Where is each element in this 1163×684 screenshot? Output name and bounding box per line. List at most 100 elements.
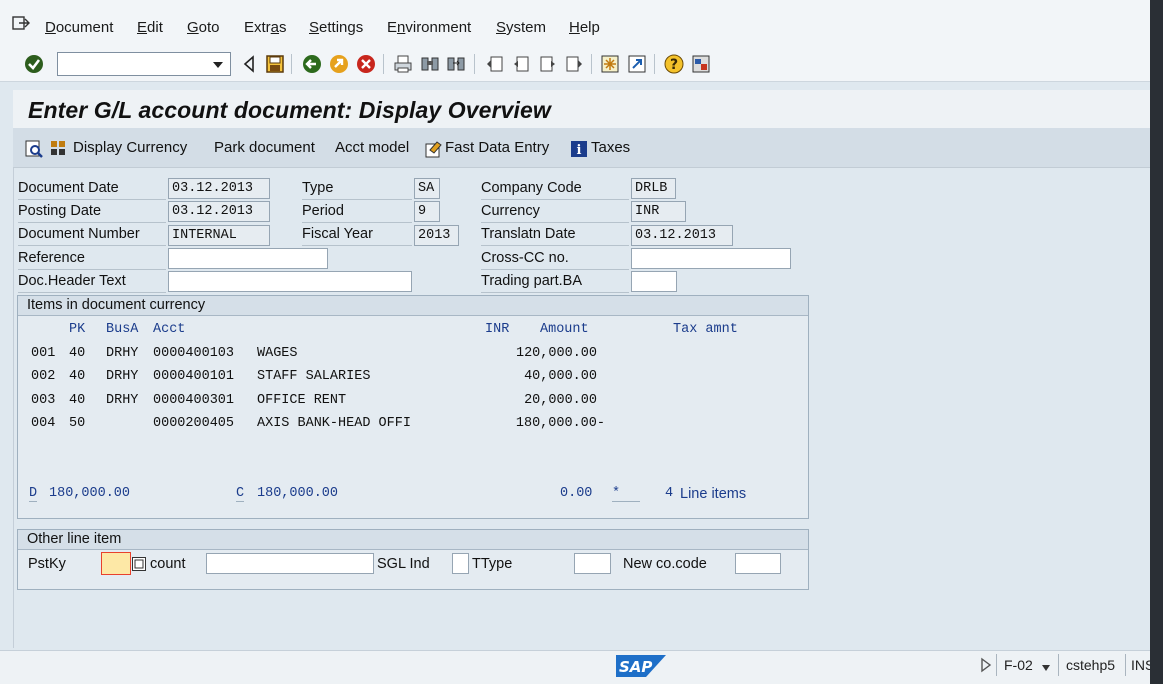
line-item-no[interactable]: 004	[31, 416, 55, 431]
pstky-input[interactable]	[101, 552, 131, 575]
line-item-acct: 0000400101	[153, 369, 235, 384]
balance-flag: *	[612, 486, 640, 502]
svg-text:?: ?	[670, 57, 678, 73]
balance: 0.00	[560, 486, 593, 501]
period-label: Period	[302, 203, 412, 223]
page-title: Enter G/L account document: Display Over…	[28, 97, 551, 123]
line-item-no[interactable]: 001	[31, 346, 55, 361]
translatn-date-field[interactable]: 03.12.2013	[631, 225, 733, 246]
window-edge	[1150, 0, 1163, 684]
document-number-label: Document Number	[18, 226, 166, 246]
credit-total: 180,000.00	[257, 486, 339, 501]
line-item-pk: 50	[69, 416, 86, 431]
column-header-acct: Acct	[153, 322, 186, 337]
menu-item-0[interactable]: Document	[45, 19, 113, 36]
cross-cc-input[interactable]	[631, 248, 791, 269]
currency-label: Currency	[481, 203, 629, 223]
display-document-icon[interactable]	[24, 139, 44, 159]
fiscal-year-field[interactable]: 2013	[414, 225, 459, 246]
ttype-label: TType	[472, 556, 513, 572]
chevron-down-icon[interactable]	[211, 56, 225, 72]
period-field[interactable]: 9	[414, 201, 440, 222]
menu-item-1[interactable]: Edit	[137, 19, 163, 36]
find-next-icon[interactable]	[445, 53, 467, 75]
reference-input[interactable]	[168, 248, 328, 269]
line-item-text: OFFICE RENT	[257, 393, 347, 408]
status-expand-icon[interactable]	[980, 657, 992, 673]
line-item-amount: 40,000.00	[524, 369, 597, 384]
menu-item-5[interactable]: Environment	[387, 19, 471, 36]
menu-item-text: dit	[147, 19, 163, 36]
chevron-down-icon[interactable]	[1041, 660, 1051, 671]
ttype-input[interactable]	[574, 553, 611, 574]
back-green-icon[interactable]	[301, 53, 323, 75]
matchcode-icon[interactable]	[131, 556, 147, 572]
posting-date-field[interactable]: 03.12.2013	[168, 201, 270, 222]
park-document-button[interactable]: Park document	[214, 139, 315, 156]
cross-cc-label: Cross-CC no.	[481, 250, 629, 270]
command-field[interactable]	[57, 52, 231, 76]
exit-icon[interactable]	[328, 53, 350, 75]
document-date-field[interactable]: 03.12.2013	[168, 178, 270, 199]
menu-item-6[interactable]: System	[496, 19, 546, 36]
display-currency-button[interactable]: Display Currency	[73, 139, 187, 156]
create-session-icon[interactable]	[599, 53, 621, 75]
line-item-busa: DRHY	[106, 369, 139, 384]
menu-item-text: Extr	[244, 19, 271, 36]
menu-item-text: S	[496, 19, 507, 36]
translatn-date-label: Translatn Date	[481, 226, 629, 246]
first-page-icon[interactable]	[484, 53, 506, 75]
trading-part-input[interactable]	[631, 271, 677, 292]
menu-item-text: D	[45, 19, 56, 36]
line-item-no[interactable]: 003	[31, 393, 55, 408]
acct-model-button[interactable]: Acct model	[335, 139, 409, 156]
status-separator	[1058, 654, 1059, 676]
menu-item-7[interactable]: Help	[569, 19, 600, 36]
currency-field[interactable]: INR	[631, 201, 686, 222]
menu-exit-icon[interactable]	[12, 14, 30, 32]
menu-item-text: E	[387, 19, 398, 36]
line-item-no[interactable]: 002	[31, 369, 55, 384]
company-code-label: Company Code	[481, 180, 629, 200]
company-code-field[interactable]: DRLB	[631, 178, 676, 199]
menu-item-text: s	[279, 19, 287, 36]
sgl-ind-input[interactable]	[452, 553, 469, 574]
svg-text:SAP: SAP	[619, 658, 652, 676]
info-icon: i	[569, 139, 589, 159]
doc-header-text-input[interactable]	[168, 271, 412, 292]
enter-icon[interactable]	[23, 53, 45, 75]
sap-logo: SAP	[616, 655, 666, 677]
menu-item-2[interactable]: Goto	[187, 19, 220, 36]
menu-item-text: vironment	[405, 19, 472, 36]
taxes-button[interactable]: Taxes	[591, 139, 630, 156]
toolbar-separator	[654, 54, 655, 74]
line-item-pk: 40	[69, 346, 86, 361]
shortcut-icon[interactable]	[626, 53, 648, 75]
line-item-amount: 120,000.00	[515, 346, 597, 361]
back-icon[interactable]	[238, 53, 260, 75]
next-page-icon[interactable]	[537, 53, 559, 75]
save-icon[interactable]	[264, 53, 286, 75]
menu-item-4[interactable]: Settings	[309, 19, 363, 36]
new-co-code-input[interactable]	[735, 553, 781, 574]
previous-page-icon[interactable]	[510, 53, 532, 75]
line-item-busa: DRHY	[106, 393, 139, 408]
status-separator	[1125, 654, 1126, 676]
print-icon[interactable]	[392, 53, 414, 75]
cancel-icon[interactable]	[355, 53, 377, 75]
transaction-code[interactable]: F-02	[1004, 657, 1033, 673]
menu-item-text: a	[270, 19, 280, 36]
type-field[interactable]: SA	[414, 178, 440, 199]
fiscal-year-label: Fiscal Year	[302, 226, 412, 246]
menu-item-3[interactable]: Extras	[244, 19, 287, 36]
document-number-field[interactable]: INTERNAL	[168, 225, 270, 246]
new-co-code-label: New co.code	[623, 556, 707, 572]
last-page-icon[interactable]	[563, 53, 585, 75]
account-input[interactable]	[206, 553, 374, 574]
column-header-pk: PK	[69, 322, 86, 337]
customize-layout-icon[interactable]	[690, 53, 712, 75]
help-icon[interactable]: ?	[663, 53, 685, 75]
fast-data-entry-button[interactable]: Fast Data Entry	[445, 139, 549, 156]
line-item-amount: 20,000.00	[524, 393, 597, 408]
find-icon[interactable]	[419, 53, 441, 75]
